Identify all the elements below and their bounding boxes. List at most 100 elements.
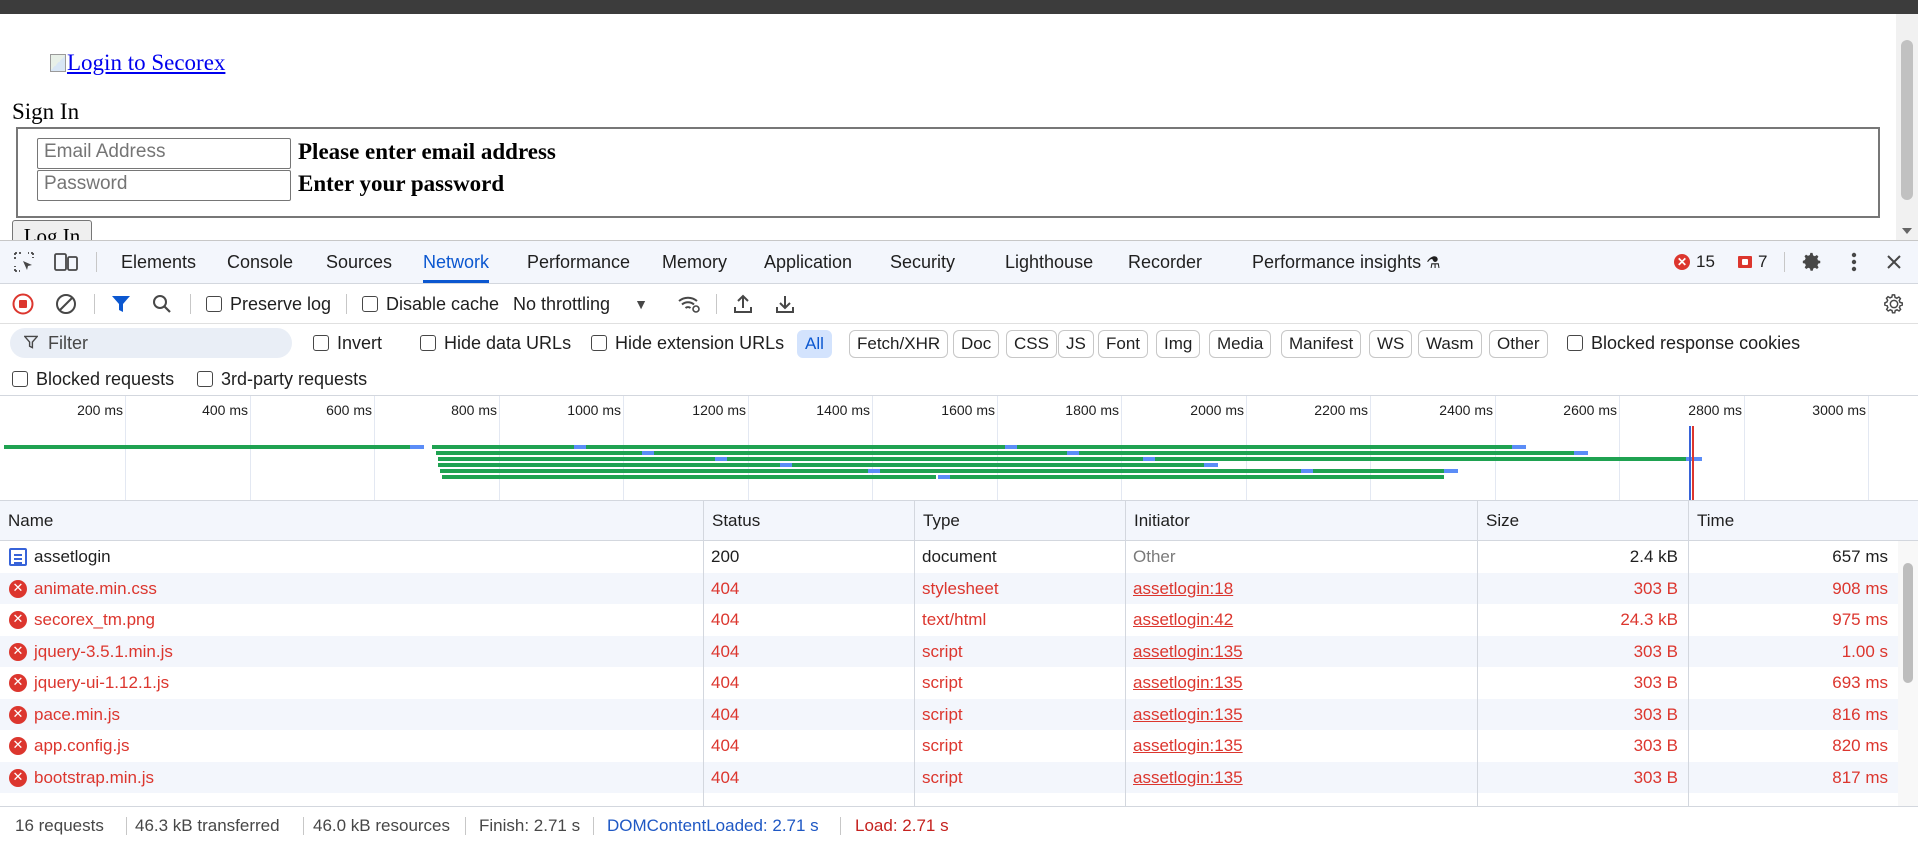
requests-table-scrollbar[interactable] xyxy=(1898,541,1918,806)
network-overview-timeline[interactable]: 200 ms 400 ms 600 ms 800 ms 1000 ms 1200… xyxy=(0,396,1918,501)
tab-lighthouse[interactable]: Lighthouse xyxy=(1005,241,1093,283)
blocked-requests-toggle[interactable]: Blocked requests xyxy=(12,362,174,396)
filter-chip-media[interactable]: Media xyxy=(1209,330,1272,358)
hide-extension-urls-checkbox[interactable] xyxy=(591,335,607,351)
column-divider[interactable] xyxy=(914,541,915,806)
blocked-response-cookies-checkbox[interactable] xyxy=(1567,335,1583,351)
scroll-down-icon[interactable] xyxy=(1902,228,1912,234)
hide-data-urls-checkbox[interactable] xyxy=(420,335,436,351)
filter-chip-other[interactable]: Other xyxy=(1489,330,1548,358)
search-icon[interactable] xyxy=(148,290,176,318)
import-har-icon[interactable] xyxy=(729,290,757,318)
preserve-log-checkbox[interactable] xyxy=(206,296,222,312)
tab-recorder[interactable]: Recorder xyxy=(1128,241,1202,283)
disable-cache-toggle[interactable]: Disable cache xyxy=(362,284,499,324)
invert-checkbox[interactable] xyxy=(313,335,329,351)
filter-chip-doc[interactable]: Doc xyxy=(953,330,1000,358)
hide-data-urls-label: Hide data URLs xyxy=(444,332,572,353)
filter-chip-all[interactable]: All xyxy=(797,330,832,358)
record-stop-icon[interactable] xyxy=(9,290,37,318)
filter-funnel-icon[interactable] xyxy=(107,290,135,318)
column-header-name[interactable]: Name xyxy=(0,501,703,541)
filter-chip-ws[interactable]: WS xyxy=(1369,330,1413,358)
table-row[interactable]: ✕ animate.min.css 404 stylesheet assetlogin:… xyxy=(0,572,1898,605)
table-row[interactable]: ✕ app.config.js 404 script assetlogin:135 303… xyxy=(0,730,1898,762)
filter-chip-css[interactable]: CSS xyxy=(1006,330,1057,358)
login-button[interactable]: Log In xyxy=(12,220,92,240)
hide-data-urls-toggle[interactable]: Hide data URLs xyxy=(420,324,571,362)
column-divider[interactable] xyxy=(703,541,704,806)
tab-security[interactable]: Security xyxy=(890,241,955,283)
table-row[interactable]: ✕ bootstrap.min.js 404 script assetlogin:135… xyxy=(0,761,1898,794)
requests-table-scrollbar-thumb[interactable] xyxy=(1903,563,1913,683)
overview-bar-download xyxy=(1204,463,1218,467)
tab-sources[interactable]: Sources xyxy=(326,241,392,283)
issues-badge[interactable]: 7 xyxy=(1738,251,1767,273)
preserve-log-toggle[interactable]: Preserve log xyxy=(206,284,331,324)
errors-badge[interactable]: ✕ 15 xyxy=(1674,251,1715,273)
hide-extension-urls-toggle[interactable]: Hide extension URLs xyxy=(591,324,784,362)
column-divider[interactable] xyxy=(1477,541,1478,806)
more-options-icon[interactable] xyxy=(1840,248,1868,276)
tab-network[interactable]: Network xyxy=(423,241,490,283)
filter-chip-manifest[interactable]: Manifest xyxy=(1281,330,1362,358)
cell-initiator[interactable]: assetlogin:42 xyxy=(1125,604,1477,636)
table-row[interactable]: ✕ jquery-3.5.1.min.js 404 script assetlogin:… xyxy=(0,635,1898,668)
table-row[interactable]: assetlogin 200 document Other 2.4 kB 657 ms xyxy=(0,541,1898,573)
cell-initiator[interactable]: assetlogin:135 xyxy=(1125,667,1477,699)
invert-toggle[interactable]: Invert xyxy=(313,324,382,362)
tab-memory[interactable]: Memory xyxy=(662,241,727,283)
settings-gear-icon[interactable] xyxy=(1798,248,1826,276)
logo-link[interactable]: Login to Secorex xyxy=(50,50,225,76)
device-toolbar-icon[interactable] xyxy=(52,248,80,276)
cell-initiator[interactable]: assetlogin:135 xyxy=(1125,636,1477,668)
blocked-response-cookies-toggle[interactable]: Blocked response cookies xyxy=(1567,324,1800,362)
throttling-select[interactable]: No throttling ▼ xyxy=(513,284,648,324)
filter-input[interactable]: Filter xyxy=(10,328,292,358)
export-har-icon[interactable] xyxy=(771,290,799,318)
column-header-initiator[interactable]: Initiator xyxy=(1125,501,1477,541)
network-settings-gear-icon[interactable] xyxy=(1880,290,1908,318)
clear-icon[interactable] xyxy=(52,290,80,318)
filter-chip-font[interactable]: Font xyxy=(1098,330,1149,358)
table-row[interactable]: ✕ pace.min.js 404 script assetlogin:135 303 B… xyxy=(0,698,1898,731)
cell-time: 817 ms xyxy=(1832,767,1888,787)
cell-initiator[interactable]: assetlogin:135 xyxy=(1125,699,1477,731)
table-row[interactable]: ✕ jquery-ui-1.12.1.js 404 script assetlogin:… xyxy=(0,667,1898,699)
cell-initiator[interactable]: assetlogin:135 xyxy=(1125,762,1477,794)
inspect-element-icon[interactable] xyxy=(10,248,38,276)
column-header-time[interactable]: Time xyxy=(1688,501,1898,541)
column-divider[interactable] xyxy=(1125,541,1126,806)
page-scrollbar[interactable] xyxy=(1896,14,1918,240)
tab-performance-insights[interactable]: Performance insights ⚗ xyxy=(1252,241,1440,283)
close-icon[interactable] xyxy=(1880,248,1908,276)
tick-label: 600 ms xyxy=(326,402,372,418)
tick-label: 2800 ms xyxy=(1688,402,1742,418)
cell-initiator[interactable]: assetlogin:135 xyxy=(1125,730,1477,762)
tab-elements[interactable]: Elements xyxy=(121,241,196,283)
email-input[interactable]: Email Address xyxy=(37,138,291,169)
blocked-requests-checkbox[interactable] xyxy=(12,371,28,387)
cell-initiator[interactable]: assetlogin:18 xyxy=(1125,573,1477,605)
cell-status: 404 xyxy=(711,610,740,629)
tab-console[interactable]: Console xyxy=(227,241,293,283)
network-toolbar: Preserve log Disable cache No throttling… xyxy=(0,284,1918,324)
tab-application[interactable]: Application xyxy=(764,241,852,283)
network-conditions-icon[interactable] xyxy=(675,290,703,318)
column-divider[interactable] xyxy=(1688,541,1689,806)
tab-performance[interactable]: Performance xyxy=(527,241,630,283)
column-header-type[interactable]: Type xyxy=(914,501,1125,541)
column-header-size[interactable]: Size xyxy=(1477,501,1688,541)
filter-chip-js[interactable]: JS xyxy=(1058,330,1094,358)
column-header-status[interactable]: Status xyxy=(703,501,914,541)
password-input[interactable]: Password xyxy=(37,170,291,201)
filter-chip-wasm[interactable]: Wasm xyxy=(1418,330,1482,358)
third-party-requests-checkbox[interactable] xyxy=(197,371,213,387)
disable-cache-checkbox[interactable] xyxy=(362,296,378,312)
filter-chip-fetch-xhr[interactable]: Fetch/XHR xyxy=(849,330,949,358)
page-scrollbar-thumb[interactable] xyxy=(1901,40,1913,200)
filter-chip-img[interactable]: Img xyxy=(1156,330,1201,358)
logo-alt-text: Login to Secorex xyxy=(67,50,226,75)
third-party-requests-toggle[interactable]: 3rd-party requests xyxy=(197,362,367,396)
table-row[interactable]: ✕ secorex_tm.png 404 text/html assetlogin:42… xyxy=(0,604,1898,636)
